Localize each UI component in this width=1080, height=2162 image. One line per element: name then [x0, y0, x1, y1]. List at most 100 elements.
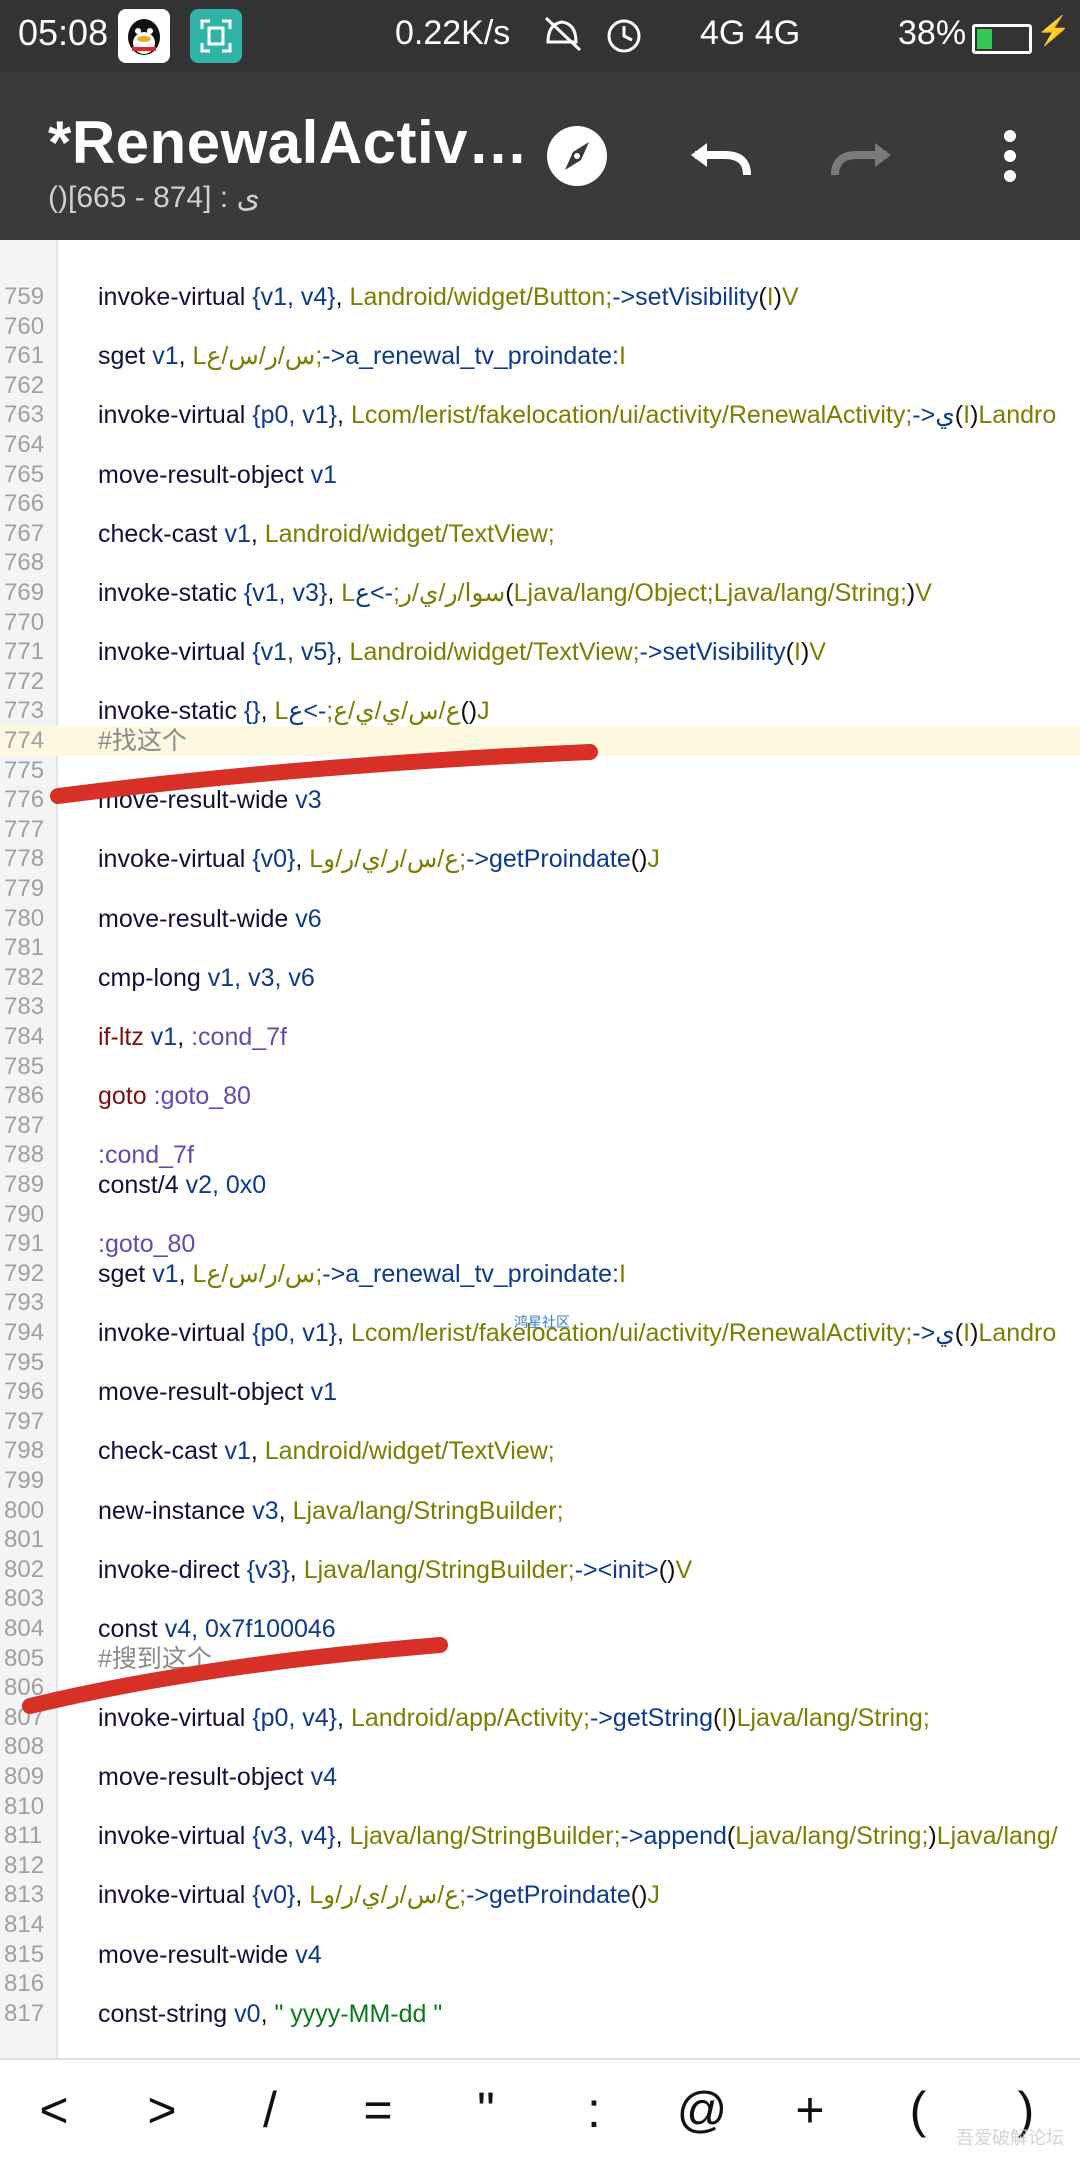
code-line[interactable]: 807 invoke-virtual {p0, v4}, Landroid/app… [0, 1703, 1080, 1733]
symbol-input-bar: < > / = ": @ +() [0, 2058, 1080, 2162]
code-line[interactable]: 814 [0, 1910, 1080, 1940]
navigate-button[interactable] [527, 106, 627, 206]
code-line[interactable]: 769 invoke-static {v1, v3}, Lسوا/ر/ي/ر;->… [0, 578, 1080, 608]
line-number: 778 [4, 845, 45, 873]
line-number: 807 [4, 1703, 45, 1731]
symbol-key[interactable]: @ [648, 2060, 756, 2162]
code-line[interactable]: 800 new-instance v3, Ljava/lang/StringBui… [0, 1496, 1080, 1526]
code-line[interactable]: 768 [0, 548, 1080, 578]
code-line[interactable]: 777 [0, 815, 1080, 845]
code-line[interactable]: 803 [0, 1584, 1080, 1614]
code-line[interactable]: 773 invoke-static {}, Lع/س/ي/ي/ع;->ع ()J [0, 696, 1080, 726]
code-line[interactable]: 770 [0, 608, 1080, 638]
code-line[interactable]: 766 [0, 489, 1080, 519]
code-line[interactable]: 772 [0, 667, 1080, 697]
code-line[interactable]: 817 const-string v0, " yyyy-MM-dd " [0, 1999, 1080, 2029]
status-bar: 05:08 0.22K/s 4G 4G 38% ⚡ [0, 0, 1080, 72]
compass-icon [547, 126, 607, 186]
code-line[interactable]: 812 [0, 1851, 1080, 1881]
code-line[interactable]: 798 check-cast v1, Landroid/widget/TextVi… [0, 1436, 1080, 1466]
code-line[interactable]: 767 check-cast v1, Landroid/widget/TextVi… [0, 519, 1080, 549]
code-line[interactable]: 785 [0, 1052, 1080, 1082]
code-line[interactable]: 786 goto :goto_80 [0, 1081, 1080, 1111]
code-text: move-result-wide v3 [98, 786, 322, 815]
code-line[interactable]: 816 [0, 1969, 1080, 1999]
code-line[interactable]: 809 move-result-object v4 [0, 1762, 1080, 1792]
line-number: 810 [4, 1792, 45, 1820]
code-text: check-cast v1, Landroid/widget/TextView; [98, 1437, 555, 1466]
code-line[interactable]: 792 sget v1, Lس/ر/س/ع;->a_renewal_tv_proi… [0, 1259, 1080, 1289]
symbol-key[interactable]: < [0, 2060, 108, 2162]
more-options-button[interactable] [960, 106, 1060, 206]
code-text: #找这个 [98, 727, 187, 755]
line-number: 777 [4, 815, 45, 843]
line-number: 792 [4, 1259, 45, 1287]
line-number: 762 [4, 371, 45, 399]
code-line[interactable]: 811 invoke-virtual {v3, v4}, Ljava/lang/S… [0, 1821, 1080, 1851]
code-text: invoke-virtual {p0, v4}, Landroid/app/Ac… [98, 1703, 930, 1732]
code-line[interactable]: 761 sget v1, Lس/ر/س/ع;->a_renewal_tv_proi… [0, 341, 1080, 371]
code-text: invoke-virtual {v0}, Lع/س/ر/ي/ر/و;->getP… [98, 845, 660, 874]
code-line[interactable]: 774 #找这个 [0, 726, 1080, 756]
code-line[interactable]: 806 [0, 1673, 1080, 1703]
code-line[interactable]: 813 invoke-virtual {v0}, Lع/س/ر/ي/ر/و;->g… [0, 1880, 1080, 1910]
line-number: 800 [4, 1496, 45, 1524]
network-speed: 0.22K/s [395, 14, 511, 52]
code-line[interactable]: 780 move-result-wide v6 [0, 904, 1080, 934]
code-text: invoke-virtual {v1, v5}, Landroid/widget… [98, 638, 826, 667]
symbol-key[interactable]: = [324, 2060, 432, 2162]
code-line[interactable]: 796 move-result-object v1 [0, 1377, 1080, 1407]
code-line[interactable]: 764 [0, 430, 1080, 460]
line-number: 782 [4, 963, 45, 991]
code-line[interactable]: 779 [0, 874, 1080, 904]
symbol-key[interactable]: / [216, 2060, 324, 2162]
symbol-key[interactable]: + [756, 2060, 864, 2162]
line-number: 771 [4, 638, 45, 666]
code-line[interactable]: 797 [0, 1407, 1080, 1437]
symbol-key[interactable]: > [108, 2060, 216, 2162]
code-line[interactable]: 760 [0, 312, 1080, 342]
more-vert-icon [1004, 130, 1016, 182]
code-line[interactable]: 776 move-result-wide v3 [0, 785, 1080, 815]
line-number: 788 [4, 1141, 45, 1169]
code-line[interactable]: 787 [0, 1111, 1080, 1141]
symbol-key[interactable]: " [432, 2060, 540, 2162]
code-line[interactable]: 771 invoke-virtual {v1, v5}, Landroid/wid… [0, 637, 1080, 667]
code-line[interactable]: 801 [0, 1525, 1080, 1555]
code-line[interactable]: 790 [0, 1200, 1080, 1230]
code-line[interactable]: 810 [0, 1792, 1080, 1822]
code-line[interactable]: 815 move-result-wide v4 [0, 1940, 1080, 1970]
code-line[interactable]: 789 const/4 v2, 0x0 [0, 1170, 1080, 1200]
code-line[interactable]: 795 [0, 1348, 1080, 1378]
redo-button[interactable] [812, 106, 912, 206]
line-number: 798 [4, 1437, 45, 1465]
line-number: 759 [4, 283, 45, 310]
code-line[interactable]: 763 invoke-virtual {p0, v1}, Lcom/lerist/… [0, 400, 1080, 430]
app-toolbar: *RenewalActiv… ()ى : [874 - 665] [0, 72, 1080, 240]
code-line[interactable]: 788:cond_7f [0, 1140, 1080, 1170]
line-number: 783 [4, 993, 45, 1021]
code-editor[interactable]: 759 invoke-virtual {v1, v4}, Landroid/wid… [0, 240, 1080, 2058]
code-line[interactable]: 808 [0, 1732, 1080, 1762]
charging-icon: ⚡ [1036, 15, 1071, 46]
code-line[interactable]: 765 move-result-object v1 [0, 460, 1080, 490]
code-line[interactable]: 778 invoke-virtual {v0}, Lع/س/ر/ي/ر/و;->g… [0, 844, 1080, 874]
code-line[interactable]: 784 if-ltz v1, :cond_7f [0, 1022, 1080, 1052]
code-line[interactable]: 805 #搜到这个 [0, 1644, 1080, 1674]
code-text: invoke-virtual {v3, v4}, Ljava/lang/Stri… [98, 1822, 1058, 1851]
code-line[interactable]: 762 [0, 371, 1080, 401]
code-line[interactable]: 775 [0, 756, 1080, 786]
code-line[interactable]: 802 invoke-direct {v3}, Ljava/lang/String… [0, 1555, 1080, 1585]
symbol-key[interactable]: : [540, 2060, 648, 2162]
code-line[interactable]: 759 invoke-virtual {v1, v4}, Landroid/wid… [0, 282, 1080, 312]
code-line[interactable]: 804 const v4, 0x7f100046 [0, 1614, 1080, 1644]
code-line[interactable]: 799 [0, 1466, 1080, 1496]
code-text: sget v1, Lس/ر/س/ع;->a_renewal_tv_proinda… [98, 1259, 626, 1288]
code-text: check-cast v1, Landroid/widget/TextView; [98, 519, 555, 548]
code-line[interactable]: 781 [0, 933, 1080, 963]
code-line[interactable]: 782 cmp-long v1, v3, v6 [0, 963, 1080, 993]
code-line[interactable]: 791:goto_80 [0, 1229, 1080, 1259]
code-line[interactable]: 783 [0, 992, 1080, 1022]
line-number: 785 [4, 1052, 45, 1080]
undo-button[interactable] [670, 106, 770, 206]
